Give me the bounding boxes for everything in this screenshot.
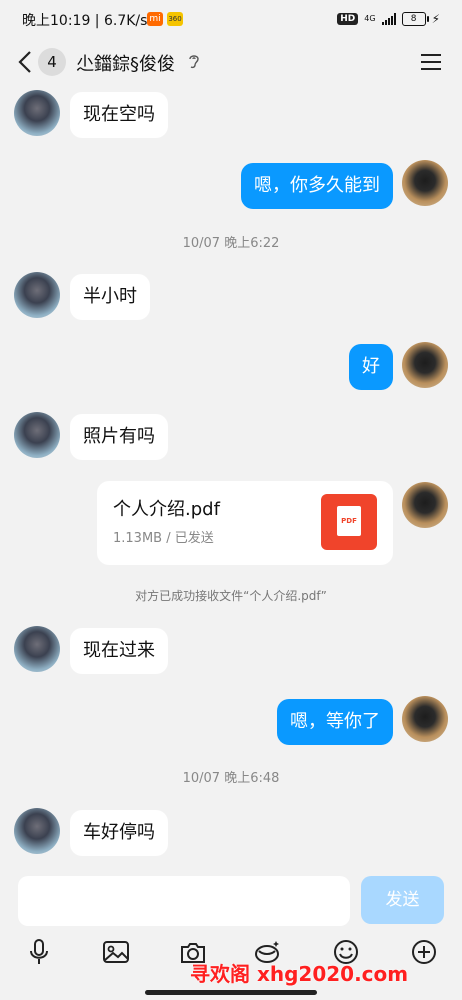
back-arrow-icon[interactable] [14, 48, 38, 76]
peer-avatar[interactable] [14, 412, 60, 458]
watermark: 寻欢阁 xhg2020.com [190, 962, 409, 986]
status-time: 晚上10:19 | 6.7K/s [22, 13, 148, 29]
plus-icon[interactable] [410, 938, 438, 966]
peer-avatar[interactable] [14, 272, 60, 318]
my-avatar[interactable] [402, 482, 448, 528]
incoming-message[interactable]: 现在空吗 [70, 92, 168, 138]
incoming-message[interactable]: 车好停吗 [70, 810, 168, 856]
pdf-file-icon: PDF [321, 494, 377, 550]
battery-icon: 8 [401, 12, 429, 26]
file-name: 个人介绍.pdf [113, 499, 220, 520]
home-indicator[interactable] [145, 990, 317, 995]
message-input[interactable] [18, 876, 350, 926]
send-button[interactable]: 发送 [361, 876, 444, 924]
outgoing-message[interactable]: 嗯，你多久能到 [241, 163, 393, 209]
file-received-notice: 对方已成功接收文件“个人介绍.pdf” [135, 589, 327, 603]
network-label: 4G [364, 14, 376, 23]
incoming-message[interactable]: 照片有吗 [70, 414, 168, 460]
timestamp: 10/07 晚上6:48 [182, 771, 280, 786]
file-meta: 1.13MB / 已发送 [113, 531, 214, 546]
file-message-card[interactable]: 个人介绍.pdf 1.13MB / 已发送 PDF [97, 481, 393, 565]
microphone-icon[interactable] [25, 938, 53, 966]
peer-avatar[interactable] [14, 90, 60, 136]
peer-avatar[interactable] [14, 626, 60, 672]
signal-icon [381, 13, 396, 25]
ear-icon[interactable] [186, 52, 202, 70]
my-avatar[interactable] [402, 342, 448, 388]
message-list[interactable]: 现在空吗 嗯，你多久能到 10/07 晚上6:22 半小时 好 照片有吗 个人介… [0, 86, 462, 868]
pdf-icon-label: PDF [337, 506, 361, 536]
unread-count-badge[interactable]: 4 [38, 48, 66, 76]
mi-badge-icon: mi [147, 12, 163, 26]
my-avatar[interactable] [402, 696, 448, 742]
outgoing-message[interactable]: 嗯，等你了 [277, 699, 393, 745]
status-bar: 晚上10:19 | 6.7K/s mi 360 HD 4G 8 ⚡ [0, 0, 462, 38]
contact-name[interactable]: 尐鍿錝§俊俊 [76, 50, 175, 76]
image-icon[interactable] [102, 938, 130, 966]
charging-icon: ⚡ [431, 12, 440, 26]
app-badge-icon: 360 [167, 12, 183, 26]
chat-header: 4 尐鍿錝§俊俊 [0, 38, 462, 86]
status-icons: HD 4G 8 ⚡ [337, 10, 440, 28]
my-avatar[interactable] [402, 160, 448, 206]
menu-icon[interactable] [420, 52, 442, 72]
outgoing-message[interactable]: 好 [349, 344, 393, 390]
composer: 发送 [0, 868, 462, 930]
hd-icon: HD [337, 13, 359, 25]
timestamp: 10/07 晚上6:22 [182, 236, 280, 251]
incoming-message[interactable]: 现在过来 [70, 628, 168, 674]
incoming-message[interactable]: 半小时 [70, 274, 150, 320]
peer-avatar[interactable] [14, 808, 60, 854]
